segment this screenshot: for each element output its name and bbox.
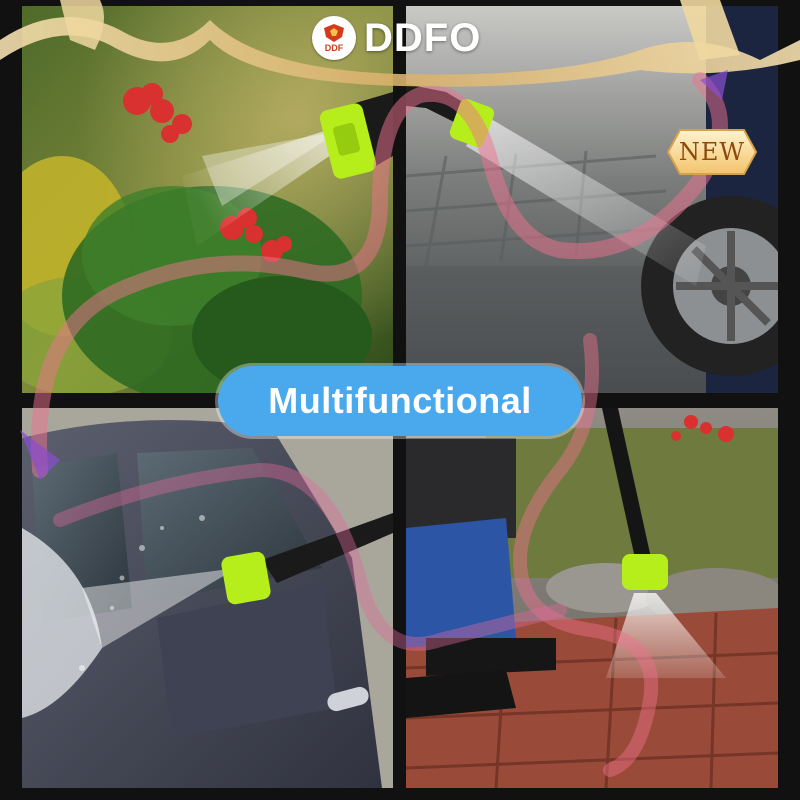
brand-wordmark: DDFO [364,15,482,60]
brand-badge-icon: DDF [312,16,356,60]
product-showcase: DDF DDFO NEW Multifunctional [0,0,800,800]
new-badge-label: NEW [678,138,746,166]
photo-patio-cleaning [406,408,778,788]
photo-driveway-cleaning [406,6,778,393]
photo-car-washing [22,408,393,788]
shield-icon [324,24,344,42]
brand-badge-text: DDF [324,43,344,53]
photo-garden-watering [22,6,393,393]
brand-logo: DDF DDFO [312,12,481,64]
new-badge: NEW [658,126,766,178]
headline-pill: Multifunctional [218,366,582,436]
headline-text: Multifunctional [268,380,532,421]
